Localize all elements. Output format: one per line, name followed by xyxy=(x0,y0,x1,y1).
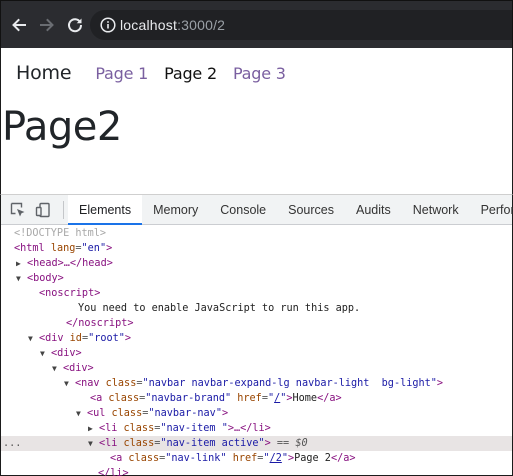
class-attr: class xyxy=(108,393,140,404)
lang-value: en xyxy=(87,243,100,254)
dom-node-li-active-selected[interactable]: ... ▼ <li class="nav-item active"> == $0 xyxy=(1,436,512,451)
id-attr: id xyxy=(69,333,82,344)
a-close: </a> xyxy=(317,393,342,404)
collapse-triangle-icon[interactable]: ▼ xyxy=(16,274,21,283)
noscript-open: <noscript> xyxy=(39,288,101,299)
tab-audits[interactable]: Audits xyxy=(345,195,402,225)
class-attr: class xyxy=(123,423,155,434)
head-collapsed: <head>…</head> xyxy=(26,258,113,269)
url-text[interactable]: localhost:3000/2 xyxy=(120,16,225,34)
link-text: Page 2 xyxy=(294,453,331,464)
div-tag: div xyxy=(45,333,64,344)
class-attr: class xyxy=(111,408,143,419)
expand-triangle-icon[interactable]: ▶ xyxy=(16,259,21,268)
tab-sources[interactable]: Sources xyxy=(277,195,345,225)
noscript-text: You need to enable JavaScript to run thi… xyxy=(78,303,361,314)
class-attr: class xyxy=(123,438,155,449)
dom-node-root[interactable]: ▼ <div id="root"> xyxy=(1,331,512,346)
body-tag: <body> xyxy=(26,273,64,284)
dom-node-nav-link[interactable]: <a class="nav-link" href="/2">Page 2</a> xyxy=(1,451,512,466)
nav-class-value: navbar navbar-expand-lg navbar-light bg-… xyxy=(148,378,431,389)
dom-node-noscript-close[interactable]: </noscript> xyxy=(1,316,512,331)
collapse-triangle-icon[interactable]: ▼ xyxy=(28,334,33,343)
li-class-value: nav-item xyxy=(166,423,222,434)
page-viewport: Home Page 1 Page 2 Page 3 Page2 xyxy=(0,48,513,194)
li-close: </li> xyxy=(98,468,129,476)
browser-toolbar: localhost:3000/2 xyxy=(0,0,513,48)
navbar: Home Page 1 Page 2 Page 3 xyxy=(16,58,302,88)
href-attr: href xyxy=(237,393,262,404)
dom-node-li-close[interactable]: </li> xyxy=(1,466,512,476)
collapse-triangle-icon[interactable]: ▼ xyxy=(40,349,45,358)
a-tag: a xyxy=(116,453,123,464)
navbar-brand-link[interactable]: Home xyxy=(16,62,72,84)
nav-tag: nav xyxy=(81,378,100,389)
address-bar[interactable]: localhost:3000/2 xyxy=(90,10,512,40)
dom-node-body[interactable]: ▼ <body> xyxy=(1,271,512,286)
root-value: root xyxy=(94,333,119,344)
dom-node-nav[interactable]: ▼ <nav class="navbar navbar-expand-lg na… xyxy=(1,376,512,391)
tab-network[interactable]: Network xyxy=(402,195,470,225)
row-menu-dots[interactable]: ... xyxy=(3,436,21,451)
dom-node-li[interactable]: ▶ <li class="nav-item ">…</li> xyxy=(1,421,512,436)
collapse-triangle-icon[interactable]: ▼ xyxy=(52,364,57,373)
devtools-tabs: Elements Memory Console Sources Audits N… xyxy=(68,195,513,225)
link-href-link[interactable]: /2 xyxy=(270,453,282,464)
div-open: <div> xyxy=(62,363,94,374)
li-tag: li xyxy=(105,423,118,434)
li-active-class-value: nav-item active xyxy=(166,438,259,449)
forward-arrow-icon[interactable] xyxy=(35,13,59,37)
dom-node-div[interactable]: ▼ <div> xyxy=(1,361,512,376)
devtools-panel: Elements Memory Console Sources Audits N… xyxy=(0,194,513,476)
back-arrow-icon[interactable] xyxy=(7,13,31,37)
url-host: localhost xyxy=(120,17,178,33)
collapse-triangle-icon[interactable]: ▼ xyxy=(88,439,93,448)
ul-class-value: navbar-nav xyxy=(154,408,216,419)
html-tag: html xyxy=(20,243,45,254)
info-icon[interactable] xyxy=(100,17,116,33)
noscript-close: </noscript> xyxy=(66,318,134,329)
dom-node-head[interactable]: ▶ <head>…</head> xyxy=(1,256,512,271)
li-tag: li xyxy=(105,438,118,449)
tab-elements[interactable]: Elements xyxy=(68,195,143,225)
collapse-triangle-icon[interactable]: ▼ xyxy=(76,409,81,418)
expand-triangle-icon[interactable]: ▶ xyxy=(88,424,93,433)
nav-link-page-3[interactable]: Page 3 xyxy=(233,64,286,83)
selected-node-marker: == $0 xyxy=(276,438,308,449)
a-tag: a xyxy=(96,393,103,404)
nav-link-page-1[interactable]: Page 1 xyxy=(95,64,148,83)
dom-node-html[interactable]: <html lang="en"> xyxy=(1,241,512,256)
url-path: :3000/2 xyxy=(177,17,226,33)
div-open: <div> xyxy=(50,348,82,359)
inspect-element-icon[interactable] xyxy=(10,202,26,218)
li-collapsed: …</li> xyxy=(233,423,271,434)
dom-text-noscript[interactable]: You need to enable JavaScript to run thi… xyxy=(1,301,512,316)
lang-attr: lang xyxy=(50,243,76,254)
class-attr: class xyxy=(128,453,160,464)
elements-dom-tree: <!DOCTYPE html> <html lang="en"> ▶ <head… xyxy=(1,226,512,476)
dom-node-brand-link[interactable]: <a class="navbar-brand" href="/">Home</a… xyxy=(1,391,512,406)
nav-link-page-2[interactable]: Page 2 xyxy=(164,64,217,83)
doctype-text: <!DOCTYPE html> xyxy=(14,228,107,239)
reload-icon[interactable] xyxy=(63,13,87,37)
class-attr: class xyxy=(105,378,137,389)
dom-node-div[interactable]: ▼ <div> xyxy=(1,346,512,361)
tab-performance[interactable]: Performa xyxy=(470,195,513,225)
a-close: </a> xyxy=(330,453,356,464)
tab-console[interactable]: Console xyxy=(209,195,277,225)
page-title: Page2 xyxy=(2,104,122,150)
href-attr: href xyxy=(232,453,258,464)
tab-memory[interactable]: Memory xyxy=(142,195,209,225)
device-toolbar-icon[interactable] xyxy=(35,202,51,218)
link-class-value: nav-link xyxy=(171,453,221,464)
toolbar-divider xyxy=(63,201,64,219)
devtools-tabbar: Elements Memory Console Sources Audits N… xyxy=(1,195,513,225)
dom-node-doctype[interactable]: <!DOCTYPE html> xyxy=(1,226,512,241)
dom-node-noscript[interactable]: <noscript> xyxy=(1,286,512,301)
brand-text: Home xyxy=(292,393,318,404)
brand-class-value: navbar-brand xyxy=(151,393,225,404)
collapse-triangle-icon[interactable]: ▼ xyxy=(64,379,69,388)
ul-tag: ul xyxy=(93,408,106,419)
dom-node-ul[interactable]: ▼ <ul class="navbar-nav"> xyxy=(1,406,512,421)
